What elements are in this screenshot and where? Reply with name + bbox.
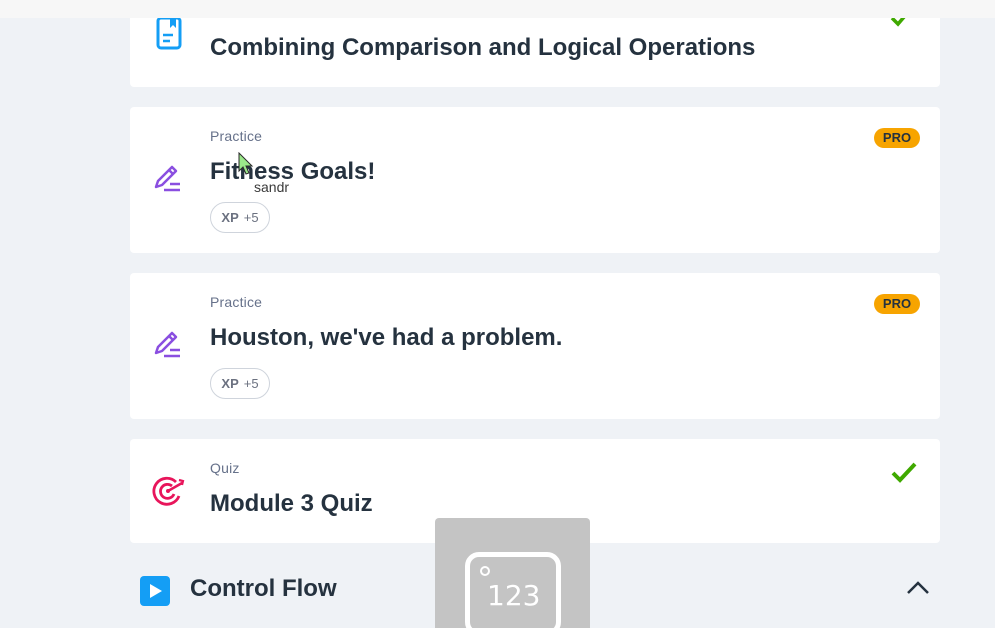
xp-label: XP [221, 210, 239, 225]
top-bar [0, 0, 995, 18]
lesson-title: Fitness Goals! [210, 158, 376, 185]
numeric-keypad-icon: 123 [465, 552, 561, 628]
play-icon [140, 576, 170, 606]
pro-badge: PRO [874, 294, 920, 314]
keypad-text: 123 [487, 579, 541, 612]
practice-card[interactable]: Practice Houston, we've had a problem. X… [130, 273, 940, 419]
lesson-type-label: Practice [210, 128, 263, 144]
keypad-overlay[interactable]: 123 [435, 518, 590, 628]
pro-badge: PRO [874, 128, 920, 148]
xp-value: +5 [243, 376, 259, 391]
section-title: Control Flow [190, 575, 337, 602]
cursor-user-label: sandr [253, 179, 291, 195]
xp-pill: XP +5 [210, 202, 270, 233]
lesson-title: Module 3 Quiz [210, 490, 373, 517]
lesson-title: Houston, we've had a problem. [210, 324, 563, 351]
completed-check-icon [891, 462, 917, 489]
lesson-title: Combining Comparison and Logical Operati… [210, 34, 756, 61]
chevron-up-icon[interactable] [906, 581, 930, 600]
keypad-dot [480, 566, 490, 576]
lesson-type-label: Practice [210, 294, 263, 310]
xp-value: +5 [243, 210, 259, 225]
xp-pill: XP +5 [210, 368, 270, 399]
lesson-doc-icon [156, 16, 190, 50]
pencil-practice-icon [152, 329, 186, 363]
lesson-type-label: Quiz [210, 460, 240, 476]
target-quiz-icon [152, 474, 186, 508]
pencil-practice-icon [152, 163, 186, 197]
xp-label: XP [221, 376, 239, 391]
mouse-cursor-icon [238, 151, 254, 181]
